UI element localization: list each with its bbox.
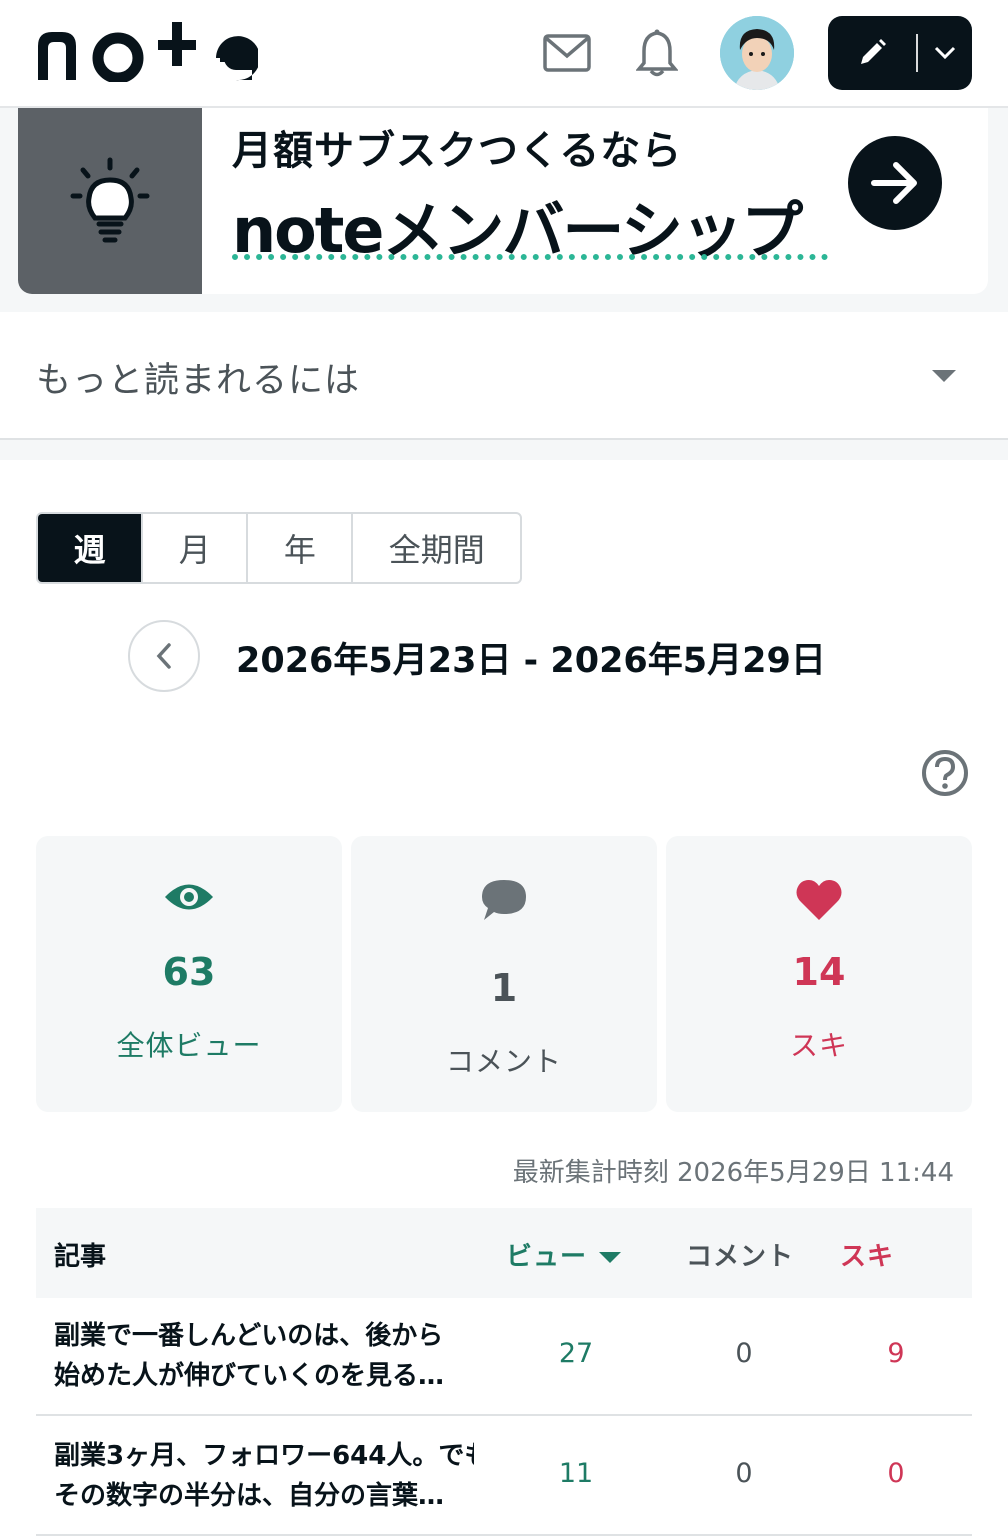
article-title-line: その数字の半分は、自分の言葉… bbox=[54, 1481, 445, 1511]
help-icon[interactable] bbox=[920, 748, 970, 798]
row-views: 27 bbox=[558, 1338, 594, 1369]
button-divider bbox=[916, 34, 918, 72]
note-logo[interactable] bbox=[36, 22, 258, 82]
banner-area: 月額サブスクつくるなら noteメンバーシップ bbox=[0, 108, 1008, 312]
arrow-right-icon[interactable] bbox=[848, 136, 942, 230]
column-views-label: ビュー bbox=[506, 1242, 588, 1272]
section-divider bbox=[0, 440, 1008, 460]
tab-year[interactable]: 年 bbox=[248, 514, 354, 582]
sort-down-icon bbox=[599, 1252, 622, 1263]
period-tabs: 週 月 年 全期間 bbox=[36, 512, 522, 584]
banner-underline bbox=[232, 254, 828, 260]
chevron-down-icon[interactable] bbox=[918, 16, 972, 90]
tab-month[interactable]: 月 bbox=[143, 514, 249, 582]
likes-count: 14 bbox=[792, 950, 846, 994]
banner-subtitle: 月額サブスクつくるなら bbox=[232, 128, 683, 174]
likes-stat-card: 14 スキ bbox=[666, 836, 972, 1112]
views-label: 全体ビュー bbox=[116, 1029, 262, 1062]
previous-period-button[interactable] bbox=[128, 620, 200, 692]
tab-week[interactable]: 週 bbox=[38, 514, 144, 582]
row-comments: 0 bbox=[735, 1458, 753, 1489]
tab-all-time[interactable]: 全期間 bbox=[353, 514, 520, 582]
top-header bbox=[0, 0, 1008, 108]
views-stat-card: 63 全体ビュー bbox=[36, 836, 342, 1112]
bell-icon[interactable] bbox=[632, 28, 682, 78]
column-likes[interactable]: スキ bbox=[840, 1236, 894, 1273]
article-title-line: 始めた人が伸びていくのを見る… bbox=[54, 1361, 445, 1391]
tips-accordion[interactable]: もっと読まれるには bbox=[0, 312, 1008, 440]
table-row[interactable]: 副業で一番しんどいのは、後から 始めた人が伸びていくのを見る… 27 0 9 bbox=[36, 1298, 972, 1416]
table-row[interactable]: 副業3ヶ月、フォロワー644人。でも その数字の半分は、自分の言葉… 11 0 … bbox=[36, 1418, 972, 1536]
article-title[interactable]: 副業3ヶ月、フォロワー644人。でも その数字の半分は、自分の言葉… bbox=[54, 1436, 474, 1516]
chevron-left-icon bbox=[156, 643, 171, 669]
heart-icon bbox=[666, 878, 972, 922]
comments-stat-card: 1 コメント bbox=[351, 836, 657, 1112]
comment-icon bbox=[351, 878, 657, 922]
likes-label: スキ bbox=[789, 1029, 848, 1062]
eye-icon bbox=[36, 880, 342, 914]
article-title-line: 副業で一番しんどいのは、後から bbox=[54, 1321, 444, 1351]
tips-label: もっと読まれるには bbox=[36, 361, 361, 401]
article-title[interactable]: 副業で一番しんどいのは、後から 始めた人が伸びていくのを見る… bbox=[54, 1316, 474, 1396]
row-likes: 9 bbox=[887, 1338, 905, 1369]
comments-label: コメント bbox=[445, 1045, 562, 1078]
row-comments: 0 bbox=[735, 1338, 753, 1369]
row-views: 11 bbox=[558, 1458, 594, 1489]
lightbulb-icon bbox=[18, 108, 202, 294]
last-updated: 最新集計時刻 2026年5月29日 11:44 bbox=[512, 1158, 954, 1188]
column-views[interactable]: ビュー bbox=[506, 1236, 622, 1273]
column-article: 記事 bbox=[54, 1242, 107, 1272]
pencil-icon[interactable] bbox=[828, 16, 916, 90]
caret-down-icon[interactable] bbox=[932, 370, 956, 382]
views-count: 63 bbox=[162, 950, 216, 994]
row-likes: 0 bbox=[887, 1458, 905, 1489]
date-range: 2026年5月23日 - 2026年5月29日 bbox=[236, 641, 826, 681]
article-title-line: 副業3ヶ月、フォロワー644人。でも bbox=[54, 1441, 474, 1471]
membership-banner[interactable]: 月額サブスクつくるなら noteメンバーシップ bbox=[18, 108, 988, 294]
mail-icon[interactable] bbox=[542, 28, 592, 78]
table-header: 記事 ビュー コメント スキ bbox=[36, 1208, 972, 1298]
comments-count: 1 bbox=[490, 966, 518, 1010]
avatar[interactable] bbox=[720, 16, 794, 90]
column-comments[interactable]: コメント bbox=[686, 1236, 794, 1273]
post-button[interactable] bbox=[828, 16, 972, 90]
